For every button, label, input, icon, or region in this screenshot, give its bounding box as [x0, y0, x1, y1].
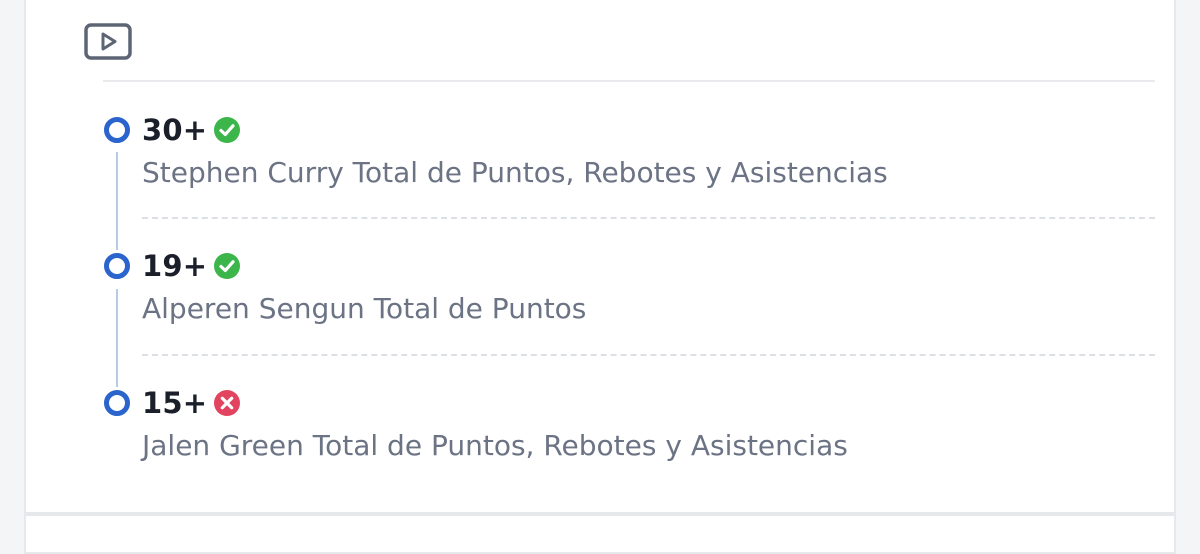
- timeline-connector: [116, 289, 118, 387]
- leg-description: Alperen Sengun Total de Puntos: [142, 292, 587, 325]
- next-card: [24, 514, 1176, 554]
- bet-leg: 15+ Jalen Green Total de Puntos, Rebotes…: [0, 0, 1200, 462]
- leg-description: Jalen Green Total de Puntos, Rebotes y A…: [142, 429, 848, 462]
- leg-marker: [104, 117, 130, 143]
- leg-divider: [142, 217, 1155, 219]
- leg-value: 15+: [142, 386, 208, 420]
- leg-divider: [142, 354, 1155, 356]
- leg-marker: [104, 390, 130, 416]
- timeline-connector: [116, 152, 118, 250]
- check-circle-icon: [213, 252, 241, 280]
- x-circle-icon: [213, 389, 241, 417]
- leg-value: 19+: [142, 249, 208, 283]
- leg-marker: [104, 253, 130, 279]
- leg-description: Stephen Curry Total de Puntos, Rebotes y…: [142, 156, 888, 189]
- check-circle-icon: [213, 116, 241, 144]
